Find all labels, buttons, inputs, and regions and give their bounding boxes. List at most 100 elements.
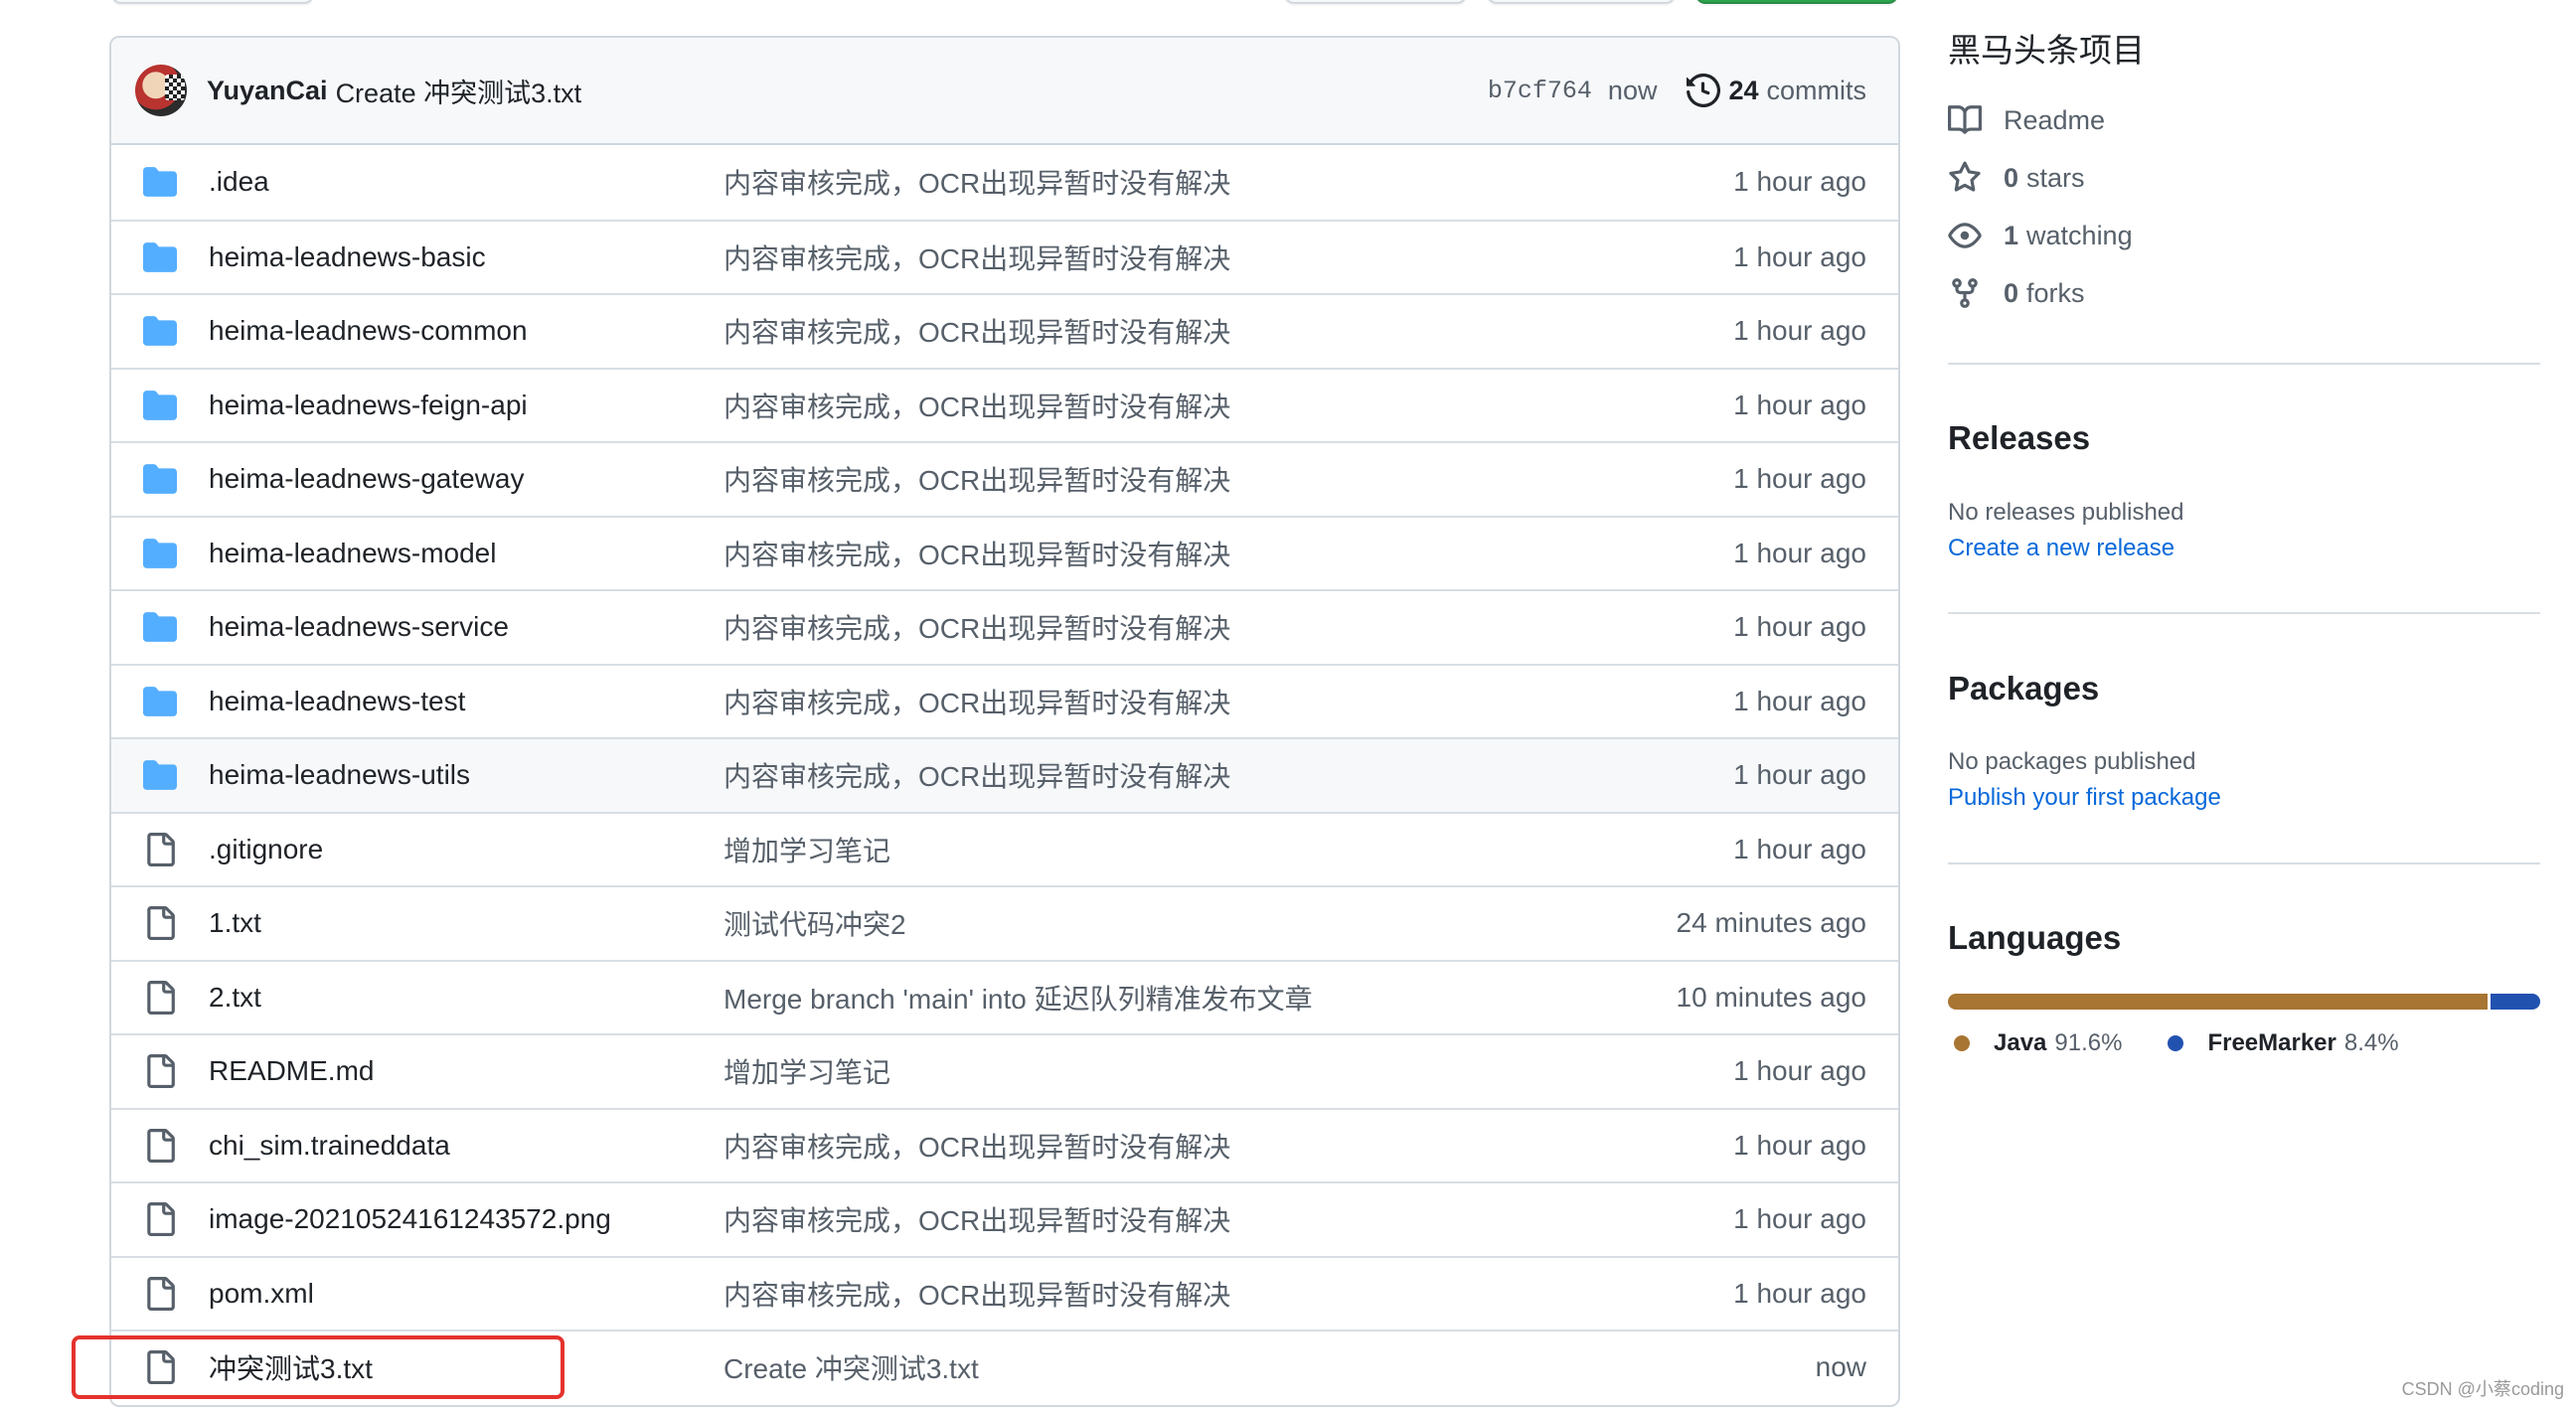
file-name-link[interactable]: heima-leadnews-utils (209, 759, 470, 791)
language-bar-segment (2491, 994, 2540, 1010)
file-name-link[interactable]: heima-leadnews-service (209, 611, 509, 643)
branch-button[interactable] (111, 0, 314, 4)
commit-age: 1 hour ago (1733, 611, 1866, 643)
commit-message-link[interactable]: 内容审核完成，OCR出现异暂时没有解决 (724, 459, 1230, 499)
sidebar-divider (1948, 612, 2540, 614)
file-row[interactable]: heima-leadnews-test 内容审核完成，OCR出现异暂时没有解决 1 … (111, 663, 1898, 738)
author-avatar[interactable] (135, 65, 187, 116)
commit-message-link[interactable]: 测试代码冲突2 (724, 903, 906, 943)
releases-empty-text: No releases published (1948, 499, 2184, 526)
file-name-link[interactable]: chi_sim.traineddata (209, 1130, 450, 1162)
sidebar-divider (1948, 363, 2540, 365)
readme-link[interactable]: Readme (1948, 103, 2105, 137)
go-to-file-button[interactable] (1284, 0, 1467, 4)
commit-message-link[interactable]: 增加学习笔记 (724, 1051, 890, 1091)
releases-title[interactable]: Releases (1948, 419, 2090, 457)
file-row[interactable]: .gitignore 增加学习笔记 1 hour ago (111, 811, 1898, 886)
commit-message-link[interactable]: 内容审核完成，OCR出现异暂时没有解决 (724, 1274, 1230, 1314)
file-name-link[interactable]: heima-leadnews-gateway (209, 463, 525, 495)
commit-message-link[interactable]: 内容审核完成，OCR出现异暂时没有解决 (724, 682, 1230, 721)
file-name-link[interactable]: heima-leadnews-model (209, 538, 496, 569)
folder-icon (143, 462, 177, 496)
packages-title[interactable]: Packages (1948, 670, 2099, 707)
file-icon (143, 1054, 177, 1089)
file-row[interactable]: README.md 增加学习笔记 1 hour ago (111, 1033, 1898, 1108)
folder-icon (143, 389, 177, 422)
languages-title: Languages (1948, 919, 2122, 956)
commit-message-link[interactable]: 内容审核完成，OCR出现异暂时没有解决 (724, 755, 1230, 795)
commits-count[interactable]: 24 (1728, 76, 1758, 106)
commit-message-link[interactable]: Create 冲突测试3.txt (336, 72, 582, 110)
commit-message-link[interactable]: 内容审核完成，OCR出现异暂时没有解决 (724, 311, 1230, 351)
commit-author-link[interactable]: YuyanCai (207, 76, 328, 106)
folder-icon (143, 758, 177, 792)
language-color-dot (2168, 1035, 2184, 1051)
file-row[interactable]: heima-leadnews-feign-api 内容审核完成，OCR出现异暂时没… (111, 367, 1898, 442)
commit-message-link[interactable]: 内容审核完成，OCR出现异暂时没有解决 (724, 386, 1230, 425)
readme-label: Readme (2004, 104, 2106, 135)
file-name-link[interactable]: 1.txt (209, 907, 261, 939)
add-file-button[interactable] (1487, 0, 1676, 4)
file-row[interactable]: chi_sim.traineddata 内容审核完成，OCR出现异暂时没有解决 1 … (111, 1107, 1898, 1182)
watching-label: watching (2026, 220, 2133, 250)
file-name-link[interactable]: image-20210524161243572.png (209, 1203, 611, 1235)
file-name-link[interactable]: 2.txt (209, 982, 261, 1014)
sidebar-divider (1948, 862, 2540, 864)
publish-package-link[interactable]: Publish your first package (1948, 784, 2221, 812)
commit-message-link[interactable]: 内容审核完成，OCR出现异暂时没有解决 (724, 1126, 1230, 1166)
file-row[interactable]: image-20210524161243572.png 内容审核完成，OCR出现异… (111, 1181, 1898, 1256)
commit-message-link[interactable]: 内容审核完成，OCR出现异暂时没有解决 (724, 534, 1230, 573)
file-row[interactable]: heima-leadnews-gateway 内容审核完成，OCR出现异暂时没有解… (111, 441, 1898, 516)
file-name-link[interactable]: .gitignore (209, 834, 323, 865)
forks-label: forks (2026, 277, 2085, 308)
language-item[interactable]: FreeMarker 8.4% (2168, 1029, 2399, 1057)
file-row[interactable]: .idea 内容审核完成，OCR出现异暂时没有解决 1 hour ago (111, 145, 1898, 220)
star-icon (1949, 161, 1981, 192)
commit-message-link[interactable]: Create 冲突测试3.txt (724, 1347, 979, 1387)
forks-link[interactable]: 0 forks (1948, 276, 2085, 310)
folder-icon (143, 240, 177, 274)
file-name-link[interactable]: heima-leadnews-test (209, 686, 465, 717)
file-name-link[interactable]: pom.xml (209, 1278, 314, 1310)
file-row[interactable]: heima-leadnews-common 内容审核完成，OCR出现异暂时没有解决… (111, 293, 1898, 368)
language-name: Java (1994, 1029, 2047, 1056)
file-row[interactable]: 1.txt 测试代码冲突2 24 minutes ago (111, 885, 1898, 960)
code-button[interactable] (1695, 0, 1898, 4)
commit-message-link[interactable]: 内容审核完成，OCR出现异暂时没有解决 (724, 162, 1230, 202)
file-row[interactable]: heima-leadnews-utils 内容审核完成，OCR出现异暂时没有解决 1… (111, 737, 1898, 812)
commit-message-link[interactable]: Merge branch 'main' into 延迟队列精准发布文章 (724, 978, 1313, 1018)
stars-link[interactable]: 0 stars (1948, 161, 2085, 195)
file-icon (143, 1128, 177, 1163)
file-row[interactable]: pom.xml 内容审核完成，OCR出现异暂时没有解决 1 hour ago (111, 1255, 1898, 1331)
commit-age: 1 hour ago (1733, 833, 1866, 864)
file-row[interactable]: heima-leadnews-service 内容审核完成，OCR出现异暂时没有解… (111, 589, 1898, 664)
file-name-link[interactable]: heima-leadnews-basic (209, 241, 486, 273)
watermark: CSDN @小蔡coding (2401, 1379, 2564, 1399)
language-item[interactable]: Java 91.6% (1954, 1029, 2122, 1057)
file-name-link[interactable]: README.md (209, 1055, 374, 1087)
watching-link[interactable]: 1 watching (1948, 219, 2133, 252)
commit-sha-link[interactable]: b7cf764 (1488, 77, 1592, 105)
commit-message-link[interactable]: 内容审核完成，OCR出现异暂时没有解决 (724, 1199, 1230, 1239)
commit-age: 1 hour ago (1733, 685, 1866, 716)
folder-icon (143, 165, 177, 199)
commit-message-link[interactable]: 增加学习笔记 (724, 830, 890, 869)
file-icon (143, 1276, 177, 1311)
commits-label[interactable]: commits (1767, 76, 1867, 106)
commit-message-link[interactable]: 内容审核完成，OCR出现异暂时没有解决 (724, 237, 1230, 277)
file-name-link[interactable]: .idea (209, 166, 269, 198)
file-icon (143, 980, 177, 1015)
repo-description: 黑马头条项目 (1948, 32, 2145, 69)
file-row[interactable]: heima-leadnews-basic 内容审核完成，OCR出现异暂时没有解决 1… (111, 219, 1898, 294)
file-row[interactable]: heima-leadnews-model 内容审核完成，OCR出现异暂时没有解决 1… (111, 515, 1898, 590)
folder-icon (143, 314, 177, 348)
file-row[interactable]: 2.txt Merge branch 'main' into 延迟队列精准发布文章… (111, 959, 1898, 1034)
create-release-link[interactable]: Create a new release (1948, 535, 2174, 562)
file-name-link[interactable]: heima-leadnews-feign-api (209, 390, 528, 421)
commit-message-link[interactable]: 内容审核完成，OCR出现异暂时没有解决 (724, 607, 1230, 647)
folder-icon (143, 610, 177, 644)
language-legend: Java 91.6% FreeMarker 8.4% (1954, 1029, 2445, 1057)
file-name-link[interactable]: heima-leadnews-common (209, 315, 528, 347)
file-icon (143, 832, 177, 866)
history-icon[interactable] (1687, 74, 1721, 107)
